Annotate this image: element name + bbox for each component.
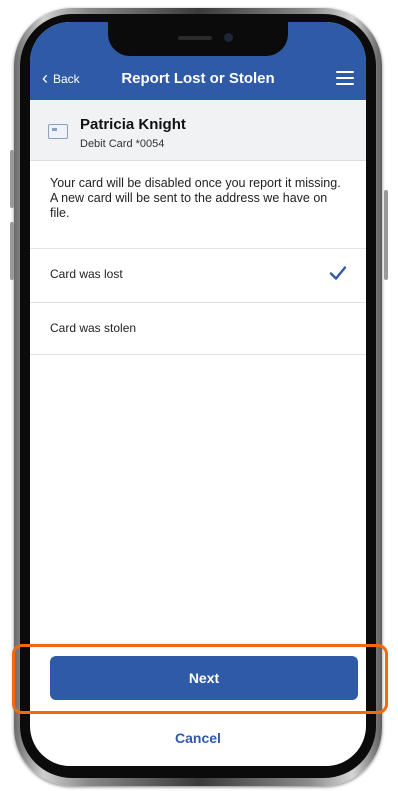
- check-icon: [329, 266, 347, 280]
- cardholder-name: Patricia Knight: [80, 116, 186, 133]
- next-button[interactable]: Next: [50, 656, 358, 700]
- back-label: Back: [53, 72, 80, 86]
- option-label: Card was lost: [50, 267, 123, 281]
- back-button[interactable]: ‹ Back: [42, 58, 80, 100]
- option-card-stolen[interactable]: Card was stolen: [30, 302, 366, 353]
- card-number: Debit Card *0054: [80, 138, 165, 150]
- credit-card-icon: [48, 124, 68, 139]
- camera: [224, 33, 233, 42]
- option-card-lost[interactable]: Card was lost: [30, 248, 366, 299]
- speaker: [178, 36, 212, 40]
- chevron-left-icon: ‹: [42, 68, 48, 88]
- nav-bar: ‹ Back Report Lost or Stolen: [30, 58, 366, 100]
- card-summary: Patricia Knight Debit Card *0054: [30, 100, 366, 161]
- notch: [108, 22, 288, 56]
- volume-button-lower: [10, 222, 14, 280]
- volume-button: [10, 150, 14, 208]
- page-title: Report Lost or Stolen: [121, 70, 275, 87]
- cancel-button[interactable]: Cancel: [30, 730, 366, 746]
- hamburger-menu-icon[interactable]: [336, 71, 354, 85]
- divider: [30, 354, 366, 355]
- phone-screen: ‹ Back Report Lost or Stolen Patricia Kn…: [30, 22, 366, 766]
- power-button: [384, 190, 388, 280]
- info-text: Your card will be disabled once you repo…: [50, 176, 341, 220]
- option-label: Card was stolen: [50, 321, 137, 335]
